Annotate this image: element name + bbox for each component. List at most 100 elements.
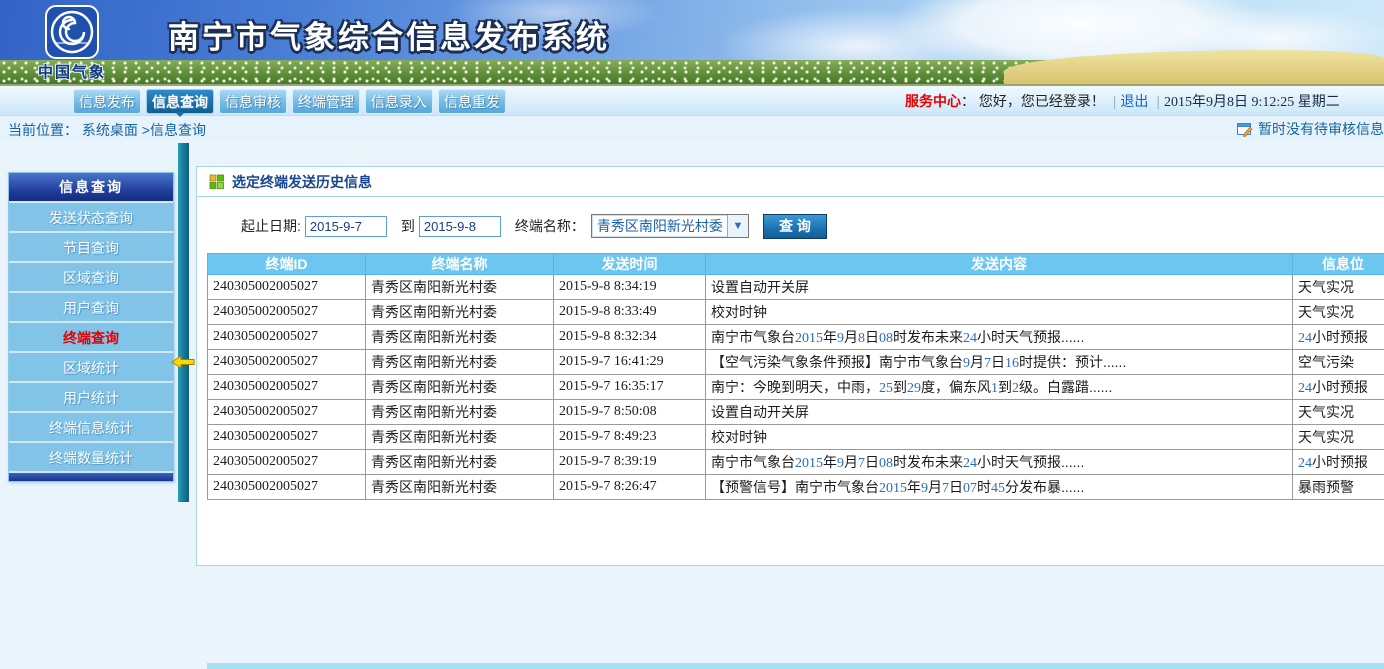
- collapse-sidebar-arrow-icon[interactable]: [171, 355, 196, 369]
- breadcrumb-separator: >: [142, 122, 150, 138]
- terminal-name-cell: 青秀区南阳新光村委: [366, 325, 554, 350]
- send-content-cell: 南宁市气象台2015年9月8日08时发布未来24小时天气预报......: [706, 325, 1293, 350]
- nav-tab-4[interactable]: 信息录入: [365, 89, 433, 114]
- terminal-name-cell: 青秀区南阳新光村委: [366, 400, 554, 425]
- col-header-2: 发送时间: [554, 254, 706, 275]
- sidebar-title: 信息查询: [9, 173, 173, 201]
- info-type-cell: 天气实况: [1293, 300, 1384, 325]
- search-button[interactable]: 查 询: [763, 214, 827, 239]
- section-title: 选定终端发送历史信息: [232, 172, 372, 192]
- current-datetime: 2015年9月8日 9:12:25 星期二: [1164, 95, 1340, 110]
- terminal-name-cell: 青秀区南阳新光村委: [366, 375, 554, 400]
- logo-caption: 中国气象: [26, 61, 118, 82]
- sidebar-item-2[interactable]: 区域查询: [9, 261, 173, 291]
- terminal-name-cell: 青秀区南阳新光村委: [366, 475, 554, 500]
- table-row: 240305002005027青秀区南阳新光村委2015-9-7 16:41:2…: [208, 350, 1384, 375]
- send-time-cell: 2015-9-7 8:39:19: [554, 450, 706, 475]
- table-row: 240305002005027青秀区南阳新光村委2015-9-7 8:49:23…: [208, 425, 1384, 450]
- query-form: 起止日期: 到 终端名称： 青秀区南阳新光村委 ▼ 查 询: [197, 211, 1384, 241]
- grass-field-image: [0, 60, 1070, 84]
- info-type-cell: 24小时预报: [1293, 325, 1384, 350]
- nav-tab-2[interactable]: 信息审核: [219, 89, 287, 114]
- history-table: 终端ID终端名称发送时间发送内容信息位 240305002005027青秀区南阳…: [207, 253, 1384, 500]
- send-content-cell: 校对时钟: [706, 300, 1293, 325]
- breadcrumb: 当前位置： 系统桌面 >信息查询: [8, 120, 206, 140]
- sidebar-menu: 信息查询 发送状态查询节目查询区域查询用户查询终端查询区域统计用户统计终端信息统…: [8, 172, 174, 482]
- note-edit-icon: [1237, 122, 1253, 137]
- send-content-cell: 南宁市气象台2015年9月7日08时发布未来24小时天气预报......: [706, 450, 1293, 475]
- sidebar-splitter[interactable]: [178, 143, 189, 502]
- breadcrumb-prefix: 当前位置：: [8, 122, 78, 138]
- breadcrumb-current: 信息查询: [150, 122, 206, 138]
- table-row: 240305002005027青秀区南阳新光村委2015-9-7 16:35:1…: [208, 375, 1384, 400]
- terminal-name-cell: 青秀区南阳新光村委: [366, 275, 554, 300]
- sidebar-item-7[interactable]: 终端信息统计: [9, 411, 173, 441]
- sidebar-item-0[interactable]: 发送状态查询: [9, 201, 173, 231]
- nav-tab-3[interactable]: 终端管理: [292, 89, 360, 114]
- table-row: 240305002005027青秀区南阳新光村委2015-9-7 8:50:08…: [208, 400, 1384, 425]
- nav-tab-0[interactable]: 信息发布: [73, 89, 141, 114]
- terminal-name-label: 终端名称：: [515, 216, 585, 236]
- table-row: 240305002005027青秀区南阳新光村委2015-9-8 8:33:49…: [208, 300, 1384, 325]
- sidebar-item-4[interactable]: 终端查询: [9, 321, 173, 351]
- send-time-cell: 2015-9-8 8:32:34: [554, 325, 706, 350]
- table-bottom-bar: [207, 663, 1384, 669]
- terminal-id-cell: 240305002005027: [208, 375, 366, 400]
- info-type-cell: 天气实况: [1293, 425, 1384, 450]
- service-center-label: 服务中心: [905, 93, 961, 109]
- nav-tab-5[interactable]: 信息重发: [438, 89, 506, 114]
- col-header-4: 信息位: [1293, 254, 1384, 275]
- sidebar-item-8[interactable]: 终端数量统计: [9, 441, 173, 471]
- send-content-cell: 设置自动开关屏: [706, 275, 1293, 300]
- info-type-cell: 24小时预报: [1293, 450, 1384, 475]
- to-label: 到: [401, 216, 415, 236]
- nav-tabs: 信息发布信息查询信息审核终端管理信息录入信息重发: [73, 89, 506, 114]
- terminal-select[interactable]: 青秀区南阳新光村委 ▼: [591, 214, 749, 238]
- col-header-3: 发送内容: [706, 254, 1293, 275]
- send-content-cell: 【空气污染气象条件预报】南宁市气象台9月7日16时提供：预计......: [706, 350, 1293, 375]
- table-row: 240305002005027青秀区南阳新光村委2015-9-8 8:32:34…: [208, 325, 1384, 350]
- logout-link[interactable]: 退出: [1120, 93, 1148, 109]
- table-header-row: 终端ID终端名称发送时间发送内容信息位: [208, 254, 1384, 275]
- sidebar-item-6[interactable]: 用户统计: [9, 381, 173, 411]
- terminal-id-cell: 240305002005027: [208, 425, 366, 450]
- review-notice: 暂时没有待审核信息: [1237, 119, 1384, 139]
- banner: 中国气象 南宁市气象综合信息发布系统: [0, 0, 1384, 86]
- terminal-select-value: 青秀区南阳新光村委: [592, 216, 727, 236]
- sidebar-item-5[interactable]: 区域统计: [9, 351, 173, 381]
- sidebar-items: 发送状态查询节目查询区域查询用户查询终端查询区域统计用户统计终端信息统计终端数量…: [9, 201, 173, 471]
- terminal-id-cell: 240305002005027: [208, 450, 366, 475]
- app-title: 南宁市气象综合信息发布系统: [168, 12, 610, 57]
- breadcrumb-root-link[interactable]: 系统桌面: [82, 122, 138, 138]
- terminal-id-cell: 240305002005027: [208, 475, 366, 500]
- terminal-id-cell: 240305002005027: [208, 325, 366, 350]
- terminal-id-cell: 240305002005027: [208, 275, 366, 300]
- sidebar-item-1[interactable]: 节目查询: [9, 231, 173, 261]
- cma-logo: 中国气象: [26, 3, 118, 82]
- send-content-cell: 设置自动开关屏: [706, 400, 1293, 425]
- terminal-id-cell: 240305002005027: [208, 400, 366, 425]
- sidebar-item-3[interactable]: 用户查询: [9, 291, 173, 321]
- history-table-body: 240305002005027青秀区南阳新光村委2015-9-8 8:34:19…: [208, 275, 1384, 500]
- info-type-cell: 天气实况: [1293, 400, 1384, 425]
- nav-tab-1[interactable]: 信息查询: [146, 89, 214, 114]
- send-time-cell: 2015-9-7 8:26:47: [554, 475, 706, 500]
- info-type-cell: 空气污染: [1293, 350, 1384, 375]
- info-type-cell: 天气实况: [1293, 275, 1384, 300]
- date-range-label: 起止日期:: [241, 216, 301, 236]
- terminal-name-cell: 青秀区南阳新光村委: [366, 425, 554, 450]
- date-from-input[interactable]: [305, 216, 387, 237]
- navbar: 信息发布信息查询信息审核终端管理信息录入信息重发 服务中心： 您好，您已经登录！…: [0, 86, 1384, 116]
- breadcrumb-row: 当前位置： 系统桌面 >信息查询 暂时没有待审核信息: [0, 117, 1384, 141]
- terminal-id-cell: 240305002005027: [208, 350, 366, 375]
- terminal-id-cell: 240305002005027: [208, 300, 366, 325]
- send-content-cell: 校对时钟: [706, 425, 1293, 450]
- date-to-input[interactable]: [419, 216, 501, 237]
- terminal-name-cell: 青秀区南阳新光村委: [366, 300, 554, 325]
- terminal-name-cell: 青秀区南阳新光村委: [366, 350, 554, 375]
- review-notice-text: 暂时没有待审核信息: [1258, 119, 1384, 139]
- send-time-cell: 2015-9-7 8:49:23: [554, 425, 706, 450]
- send-time-cell: 2015-9-8 8:34:19: [554, 275, 706, 300]
- main-panel: 选定终端发送历史信息 起止日期: 到 终端名称： 青秀区南阳新光村委 ▼ 查 询…: [196, 166, 1384, 566]
- send-time-cell: 2015-9-7 16:35:17: [554, 375, 706, 400]
